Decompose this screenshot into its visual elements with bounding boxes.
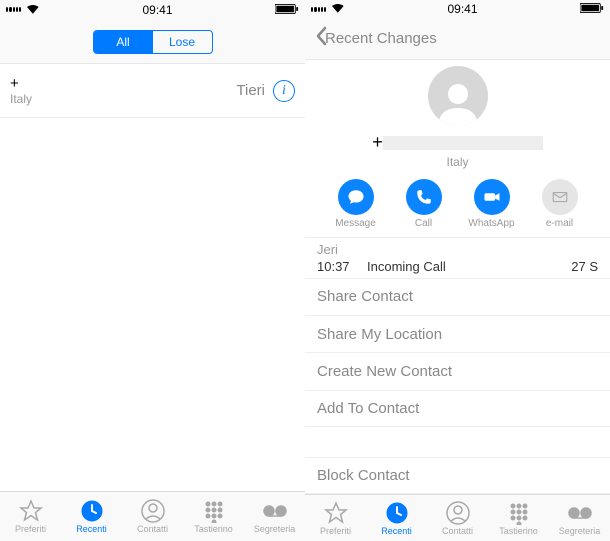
call-button[interactable]: Call [399,179,449,229]
contact-country: Italy [305,155,610,169]
nav-title: Recent Changes [325,30,437,47]
tab-label: Recenti [381,526,412,536]
wifi-icon [26,5,40,15]
tab-label: Preferiti [320,526,351,536]
screen-recents: 09:41 All Lose + Italy Tieri i Preferiti… [0,0,305,541]
tab-contacts[interactable]: Contatti [427,495,488,541]
star-icon [323,501,349,525]
recent-country: Italy [10,92,236,106]
voicemail-icon [567,501,593,525]
recents-header: All Lose [0,20,305,64]
tab-bar: Preferiti Recenti Contatti Tastierino Se… [0,491,305,541]
tab-favorites[interactable]: Preferiti [305,495,366,541]
avatar [428,66,488,126]
signal-icon [6,5,40,15]
log-type: Incoming Call [367,259,571,274]
tab-voicemail[interactable]: Segreteria [244,492,305,541]
voicemail-icon [262,499,288,523]
contact-icon [140,499,166,523]
add-contact[interactable]: Add To Contact [305,390,610,427]
call-log-section: Jeri 10:37 Incoming Call 27 S [305,237,610,278]
log-time: 10:37 [317,259,367,274]
clock-icon [79,499,105,523]
tab-label: Contatti [137,524,168,534]
status-bar: 09:41 [0,0,305,20]
email-button[interactable]: e-mail [535,179,585,229]
tab-label: Segreteria [559,526,601,536]
screen-contact-detail: 09:41 Recent Changes + Italy Message Cal… [305,0,610,541]
nav-header: Recent Changes [305,19,610,60]
segment-lose[interactable]: Lose [153,31,212,53]
create-contact[interactable]: Create New Contact [305,352,610,389]
info-icon[interactable]: i [273,80,295,102]
status-bar: 09:41 [305,0,610,19]
tab-keypad[interactable]: Tastierino [183,492,244,541]
tab-contacts[interactable]: Contatti [122,492,183,541]
video-icon [483,188,501,206]
tab-label: Contatti [442,526,473,536]
segment-all[interactable]: All [94,31,153,53]
tab-recents[interactable]: Recenti [366,495,427,541]
log-row: 10:37 Incoming Call 27 S [317,259,598,274]
log-duration: 27 S [571,259,598,274]
contact-card: + Italy Message Call WhatsApp e-mail [305,60,610,237]
action-row: Message Call WhatsApp e-mail [305,179,610,229]
tab-bar: Preferiti Recenti Contatti Tastierino Se… [305,494,610,541]
recent-number: + [10,75,236,92]
segment-control[interactable]: All Lose [93,30,213,54]
tab-recents[interactable]: Recenti [61,492,122,541]
signal-icon [311,4,345,14]
tab-favorites[interactable]: Preferiti [0,492,61,541]
recent-call-row[interactable]: + Italy Tieri i [0,64,305,118]
keypad-icon [201,499,227,523]
mail-icon [551,188,569,206]
tab-label: Tastierino [194,524,233,534]
recent-time: Tieri [236,82,265,99]
star-icon [18,499,44,523]
status-time: 09:41 [142,3,172,17]
tab-label: Recenti [76,524,107,534]
battery-icon [275,4,299,17]
message-button[interactable]: Message [331,179,381,229]
clock-icon [384,501,410,525]
share-contact[interactable]: Share Contact [305,278,610,315]
whatsapp-button[interactable]: WhatsApp [467,179,517,229]
tab-keypad[interactable]: Tastierino [488,495,549,541]
block-contact[interactable]: Block Contact [305,457,610,494]
wifi-icon [331,4,345,14]
phone-icon [415,188,433,206]
tab-label: Tastierino [499,526,538,536]
tab-voicemail[interactable]: Segreteria [549,495,610,541]
tab-label: Preferiti [15,524,46,534]
keypad-icon [506,501,532,525]
log-date: Jeri [317,242,598,257]
message-icon [347,188,365,206]
contact-phone: + [305,132,610,153]
status-time: 09:41 [447,2,477,16]
tab-label: Segreteria [254,524,296,534]
battery-icon [580,3,604,16]
contact-icon [445,501,471,525]
share-location[interactable]: Share My Location [305,315,610,352]
